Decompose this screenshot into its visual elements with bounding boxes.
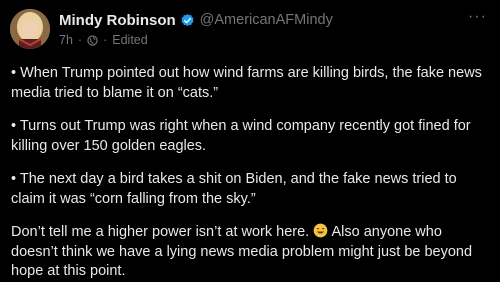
author-handle[interactable]: @AmericanAFMindy [200,12,333,28]
globe-icon [87,34,98,46]
author-name[interactable]: Mindy Robinson [59,12,176,29]
post-paragraph: • When Trump pointed out how wind farms … [11,65,482,101]
post-paragraph: • Turns out Trump was right when a wind … [11,118,471,154]
separator-dot: · [103,33,108,47]
grinning-sweat-emoji-icon [313,223,328,238]
post-paragraph: • The next day a bird takes a shit on Bi… [11,171,457,207]
name-row: Mindy Robinson @AmericanAFMindy ··· [59,8,490,30]
avatar[interactable] [10,9,50,49]
post-timestamp[interactable]: 7h [59,33,73,47]
separator-dot: · [77,33,83,47]
edited-label[interactable]: Edited [112,33,147,47]
post-body: • When Trump pointed out how wind farms … [11,64,491,282]
more-options-button[interactable]: ··· [468,8,487,26]
meta-row: 7h · · Edited [59,32,490,48]
post-paragraph: Don’t tell me a higher power isn’t at wo… [11,223,491,282]
verified-badge-icon [180,13,195,28]
post-header: Mindy Robinson @AmericanAFMindy ··· 7h ·… [59,8,490,48]
paragraph-text: Don’t tell me a higher power isn’t at wo… [11,224,314,240]
